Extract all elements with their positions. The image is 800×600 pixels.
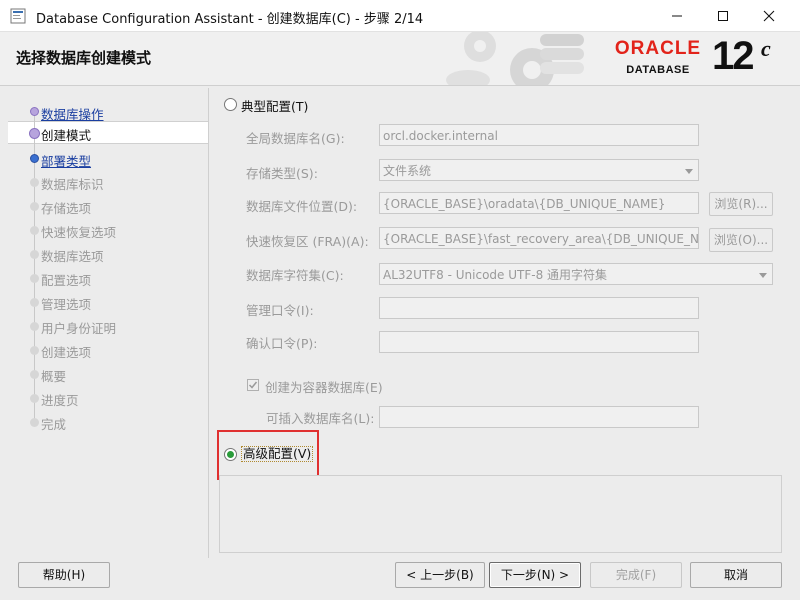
cdb-checkbox[interactable] — [247, 379, 259, 391]
step-node-11 — [30, 346, 39, 355]
description-panel — [219, 475, 782, 553]
maximize-icon — [718, 10, 728, 21]
step-node-14 — [30, 418, 39, 427]
step-progress: 进度页 — [41, 393, 79, 408]
step-node-13 — [30, 394, 39, 403]
pdb-name-label: 可插入数据库名(L): — [266, 411, 375, 426]
confirm-password-label: 确认口令(P): — [246, 336, 318, 351]
step-db-operation[interactable]: 数据库操作 — [41, 104, 104, 123]
dbca-window: Database Configuration Assistant - 创建数据库… — [0, 0, 800, 600]
fra-label: 快速恢复区 (FRA)(A): — [246, 234, 369, 249]
logo-version: 12 — [712, 34, 754, 78]
help-button[interactable]: 帮助(H) — [18, 562, 110, 588]
close-button[interactable] — [746, 0, 792, 31]
pdb-name-field[interactable] — [379, 406, 699, 428]
chevron-down-icon — [685, 169, 693, 174]
browse-fra-button[interactable]: 浏览(O)... — [709, 228, 773, 252]
advanced-config-radio[interactable] — [224, 448, 237, 461]
admin-password-label: 管理口令(I): — [246, 303, 314, 318]
confirm-password-field[interactable] — [379, 331, 699, 353]
window-title: Database Configuration Assistant - 创建数据库… — [36, 12, 424, 27]
radio-selected-dot — [227, 451, 234, 458]
charset-value: AL32UTF8 - Unicode UTF-8 通用字符集 — [383, 268, 608, 282]
step-node-12 — [30, 370, 39, 379]
step-node-4 — [30, 178, 39, 187]
close-icon — [763, 10, 775, 21]
step-fast-recovery: 快速恢复选项 — [41, 225, 117, 240]
page-title: 选择数据库创建模式 — [16, 49, 152, 67]
charset-select[interactable]: AL32UTF8 - Unicode UTF-8 通用字符集 — [379, 263, 773, 285]
step-finish: 完成 — [41, 417, 67, 432]
browse-db-location-button[interactable]: 浏览(R)... — [709, 192, 773, 216]
steps-panel: 数据库操作 创建模式 部署类型 数据库标识 存储选项 快速恢复选项 数据库选项 … — [8, 88, 208, 558]
step-creation-options: 创建选项 — [41, 345, 92, 360]
step-node-9 — [30, 298, 39, 307]
cancel-button[interactable]: 取消 — [690, 562, 782, 588]
charset-label: 数据库字符集(C): — [246, 268, 344, 283]
gears-graphic-icon — [446, 32, 584, 85]
chevron-down-icon — [759, 273, 767, 278]
page-header: 选择数据库创建模式 ORACLE DATABASE 12 c — [0, 32, 800, 86]
minimize-button[interactable] — [654, 0, 700, 31]
step-deployment-type[interactable]: 部署类型 — [41, 151, 91, 170]
storage-type-select[interactable]: 文件系统 — [379, 159, 699, 181]
back-button[interactable]: < 上一步(B) — [395, 562, 485, 588]
maximize-button[interactable] — [700, 0, 746, 31]
title-bar: Database Configuration Assistant - 创建数据库… — [0, 0, 800, 32]
fra-field[interactable]: {ORACLE_BASE}\fast_recovery_area\{DB_UNI… — [379, 227, 699, 249]
step-management-options: 管理选项 — [41, 297, 92, 312]
check-icon — [248, 381, 258, 389]
step-db-options: 数据库选项 — [41, 249, 104, 264]
global-db-name-field[interactable]: orcl.docker.internal — [379, 124, 699, 146]
admin-password-field[interactable] — [379, 297, 699, 319]
step-node-8 — [30, 274, 39, 283]
step-node-6 — [30, 226, 39, 235]
step-node-5 — [30, 202, 39, 211]
finish-button[interactable]: 完成(F) — [590, 562, 682, 588]
step-user-credentials: 用户身份证明 — [41, 321, 117, 336]
advanced-config-label[interactable]: 高级配置(V) — [241, 446, 314, 462]
cdb-label: 创建为容器数据库(E) — [265, 380, 383, 395]
minimize-icon — [672, 15, 682, 16]
step-node-10 — [30, 322, 39, 331]
step-creation-mode[interactable]: 创建模式 — [41, 125, 91, 144]
db-file-location-label: 数据库文件位置(D): — [246, 199, 358, 214]
logo-version-suffix: c — [761, 36, 771, 61]
global-db-name-label: 全局数据库名(G): — [246, 131, 345, 146]
step-node-2 — [29, 128, 40, 139]
next-button[interactable]: 下一步(N) > — [489, 562, 581, 588]
db-file-location-field[interactable]: {ORACLE_BASE}\oradata\{DB_UNIQUE_NAME} — [379, 192, 699, 214]
step-storage-options: 存储选项 — [41, 201, 92, 216]
step-node-7 — [30, 250, 39, 259]
step-node-1 — [30, 107, 39, 116]
step-node-3 — [30, 154, 39, 163]
logo-sub: DATABASE — [626, 64, 690, 76]
typical-config-radio[interactable] — [224, 98, 237, 111]
storage-type-label: 存储类型(S): — [246, 166, 318, 181]
storage-type-value: 文件系统 — [383, 164, 432, 178]
typical-config-label[interactable]: 典型配置(T) — [241, 96, 308, 115]
logo-brand: ORACLE — [614, 38, 702, 59]
step-summary: 概要 — [41, 369, 67, 384]
content-area: 典型配置(T) 全局数据库名(G): orcl.docker.internal … — [208, 88, 793, 558]
step-db-identification: 数据库标识 — [41, 177, 104, 192]
step-config-options: 配置选项 — [41, 273, 92, 288]
app-icon — [10, 8, 26, 24]
